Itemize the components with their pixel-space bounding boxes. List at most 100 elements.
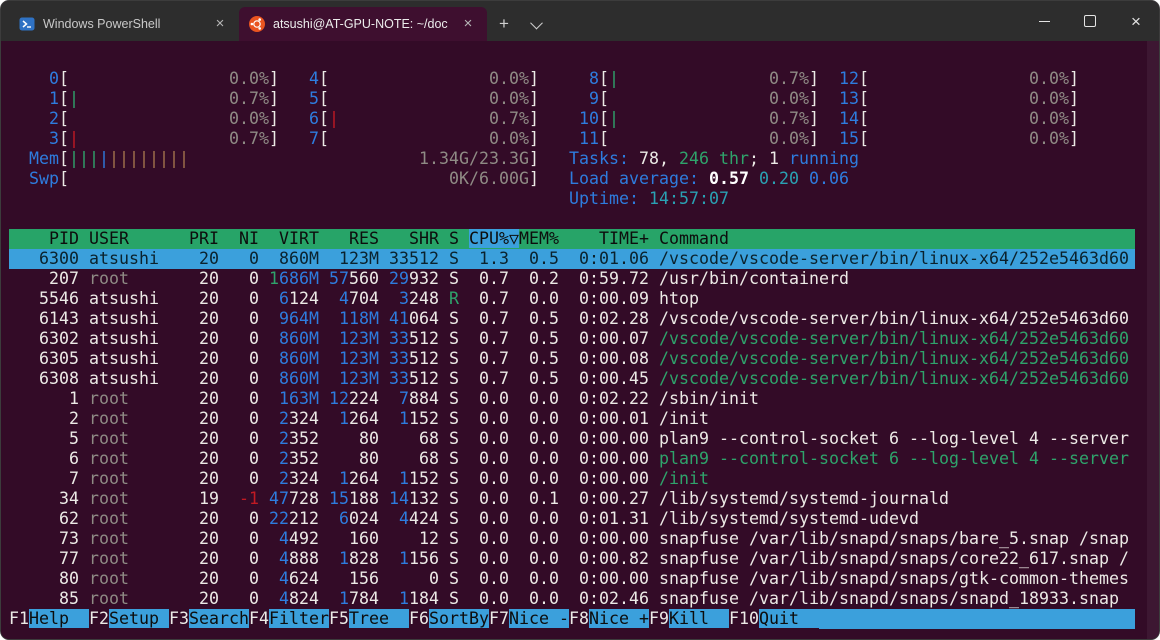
cpu-meter-bar: | (609, 109, 769, 129)
close-button[interactable]: × (1113, 1, 1159, 41)
close-icon: × (1131, 13, 1141, 30)
maximize-icon (1084, 15, 1096, 27)
fkey-f5[interactable]: F5Tree (329, 609, 409, 629)
chevron-down-icon (530, 16, 543, 29)
process-row-5546[interactable]: 5546 atsushi 20 0 6124 4704 3248 R 0.7 0… (9, 289, 1135, 309)
fkey-f9[interactable]: F9Kill (649, 609, 729, 629)
tab-title: atsushi@AT-GPU-NOTE: ~/doc (273, 17, 451, 31)
tab-wsl-ubuntu[interactable]: atsushi@AT-GPU-NOTE: ~/doc × (239, 7, 487, 41)
cpu-meter-bar: | (329, 109, 489, 129)
cpu-meter-bar (329, 129, 489, 149)
cpu-meter-bar (869, 129, 1029, 149)
cpu-meter-bar (869, 69, 1029, 89)
tab-title: Windows PowerShell (43, 17, 203, 31)
table-header: PID USER PRI NI VIRT RES SHR S CPU%▽MEM%… (9, 229, 1135, 249)
cpu-meter-15: 15[0.0%] (829, 129, 1079, 149)
terminal-content[interactable]: 0[0.0%]4[0.0%]1[|0.7%]5[0.0%]2[0.0%]6[|0… (1, 41, 1159, 639)
maximize-button[interactable] (1067, 1, 1113, 41)
column-res[interactable]: RES (329, 229, 379, 248)
process-table: PID USER PRI NI VIRT RES SHR S CPU%▽MEM%… (9, 229, 1135, 609)
scrollbar[interactable] (1147, 41, 1159, 639)
process-row-77[interactable]: 77 root 20 0 4888 1828 1156 S 0.0 0.0 0:… (9, 549, 1135, 569)
column-pri[interactable]: PRI (189, 229, 219, 248)
cpu-meter-8: 8[|0.7%] (569, 69, 819, 89)
cpu-meter-3: 3[|0.7%] (29, 129, 279, 149)
cpu-meter-6: 6[|0.7%] (289, 109, 539, 129)
cpu-meter-9: 9[0.0%] (569, 89, 819, 109)
fkey-f1[interactable]: F1Help (9, 609, 89, 629)
process-row-34[interactable]: 34 root 19 -1 47728 15188 14132 S 0.0 0.… (9, 489, 1135, 509)
cpu-meter-bar (869, 109, 1029, 129)
fkey-f3[interactable]: F3Search (169, 609, 249, 629)
column-s[interactable]: S (449, 229, 459, 248)
window-controls: × (1021, 1, 1159, 41)
cpu-meter-bar (609, 89, 769, 109)
process-row-6308[interactable]: 6308 atsushi 20 0 860M 123M 33512 S 0.7 … (9, 369, 1135, 389)
fkey-f7[interactable]: F7Nice - (489, 609, 569, 629)
column-virt[interactable]: VIRT (269, 229, 319, 248)
column-shr[interactable]: SHR (389, 229, 439, 248)
cpu-meter-bar: | (69, 89, 229, 109)
process-row-6305[interactable]: 6305 atsushi 20 0 860M 123M 33512 S 0.7 … (9, 349, 1135, 369)
column-time[interactable]: TIME+ (569, 229, 649, 248)
cpu-meter-2: 2[0.0%] (29, 109, 279, 129)
process-row-7[interactable]: 7 root 20 0 2324 1264 1152 S 0.0 0.0 0:0… (9, 469, 1135, 489)
cpu-meter-14: 14[0.0%] (829, 109, 1079, 129)
process-row-5[interactable]: 5 root 20 0 2352 80 68 S 0.0 0.0 0:00.00… (9, 429, 1135, 449)
fkey-f4[interactable]: F4Filter (249, 609, 329, 629)
new-tab-button[interactable]: + (487, 7, 521, 41)
process-row-1[interactable]: 1 root 20 0 163M 12224 7884 S 0.0 0.0 0:… (9, 389, 1135, 409)
cpu-meter-10: 10[|0.7%] (569, 109, 819, 129)
powershell-icon (19, 16, 35, 32)
minimize-icon (1039, 21, 1050, 22)
cpu-meter-11: 11[0.0%] (569, 129, 819, 149)
load-average-line: Load average: 0.57 0.20 0.06 (569, 169, 1079, 189)
cpu-meter-13: 13[0.0%] (829, 89, 1079, 109)
mem-meter-bar: |||||||||||| (69, 149, 419, 169)
column-mem[interactable]: MEM% (519, 229, 559, 248)
uptime-line: Uptime: 14:57:07 (569, 189, 1079, 209)
fkey-f6[interactable]: F6SortBy (409, 609, 489, 629)
minimize-button[interactable] (1021, 1, 1067, 41)
column-ni[interactable]: NI (229, 229, 259, 248)
fkey-f2[interactable]: F2Setup (89, 609, 169, 629)
meters-left-column: 0[0.0%]4[0.0%]1[|0.7%]5[0.0%]2[0.0%]6[|0… (29, 69, 539, 189)
tab-close-icon[interactable]: × (459, 15, 477, 33)
process-row-6300[interactable]: 6300 atsushi 20 0 860M 123M 33512 S 1.3 … (9, 249, 1135, 269)
fkey-f8[interactable]: F8Nice + (569, 609, 649, 629)
process-row-2[interactable]: 2 root 20 0 2324 1264 1152 S 0.0 0.0 0:0… (9, 409, 1135, 429)
process-row-6[interactable]: 6 root 20 0 2352 80 68 S 0.0 0.0 0:00.00… (9, 449, 1135, 469)
process-row-73[interactable]: 73 root 20 0 4492 160 12 S 0.0 0.0 0:00.… (9, 529, 1135, 549)
mem-meter: Mem[||||||||||||1.34G/23.3G] (29, 149, 539, 169)
cpu-meter-5: 5[0.0%] (289, 89, 539, 109)
cpu-meter-12: 12[0.0%] (829, 69, 1079, 89)
fkey-f10[interactable]: F10Quit (729, 609, 819, 629)
tab-close-icon[interactable]: × (211, 15, 229, 33)
cpu-meter-bar (69, 109, 229, 129)
tab-dropdown-button[interactable] (521, 7, 551, 41)
swp-meter-bar (69, 169, 449, 189)
terminal-window: Windows PowerShell × atsushi@AT-GPU-NOTE… (0, 0, 1160, 640)
cpu-meter-bar: | (69, 129, 229, 149)
cpu-meter-bar (329, 89, 489, 109)
tasks-line: Tasks: 78, 246 thr; 1 running (569, 149, 1079, 169)
cpu-meter-bar (869, 89, 1029, 109)
fbar-fill (819, 609, 1135, 629)
column-pid[interactable]: PID (9, 229, 79, 248)
process-row-6302[interactable]: 6302 atsushi 20 0 860M 123M 33512 S 0.7 … (9, 329, 1135, 349)
column-user[interactable]: USER (89, 229, 179, 248)
tab-powershell[interactable]: Windows PowerShell × (9, 7, 239, 41)
cpu-meter-0: 0[0.0%] (29, 69, 279, 89)
column-cpu[interactable]: CPU%▽ (469, 229, 519, 248)
tab-bar: Windows PowerShell × atsushi@AT-GPU-NOTE… (1, 1, 1159, 41)
column-command[interactable]: Command (659, 229, 729, 248)
cpu-meter-1: 1[|0.7%] (29, 89, 279, 109)
cpu-meter-bar: | (609, 69, 769, 89)
process-row-62[interactable]: 62 root 20 0 22212 6024 4424 S 0.0 0.0 0… (9, 509, 1135, 529)
process-row-6143[interactable]: 6143 atsushi 20 0 964M 118M 41064 S 0.7 … (9, 309, 1135, 329)
ubuntu-icon (249, 16, 265, 32)
process-row-207[interactable]: 207 root 20 0 1686M 57560 29932 S 0.7 0.… (9, 269, 1135, 289)
function-key-bar: F1Help F2Setup F3SearchF4FilterF5Tree F6… (9, 609, 1135, 629)
process-row-80[interactable]: 80 root 20 0 4624 156 0 S 0.0 0.0 0:00.0… (9, 569, 1135, 589)
process-row-85[interactable]: 85 root 20 0 4824 1784 1184 S 0.0 0.0 0:… (9, 589, 1135, 609)
